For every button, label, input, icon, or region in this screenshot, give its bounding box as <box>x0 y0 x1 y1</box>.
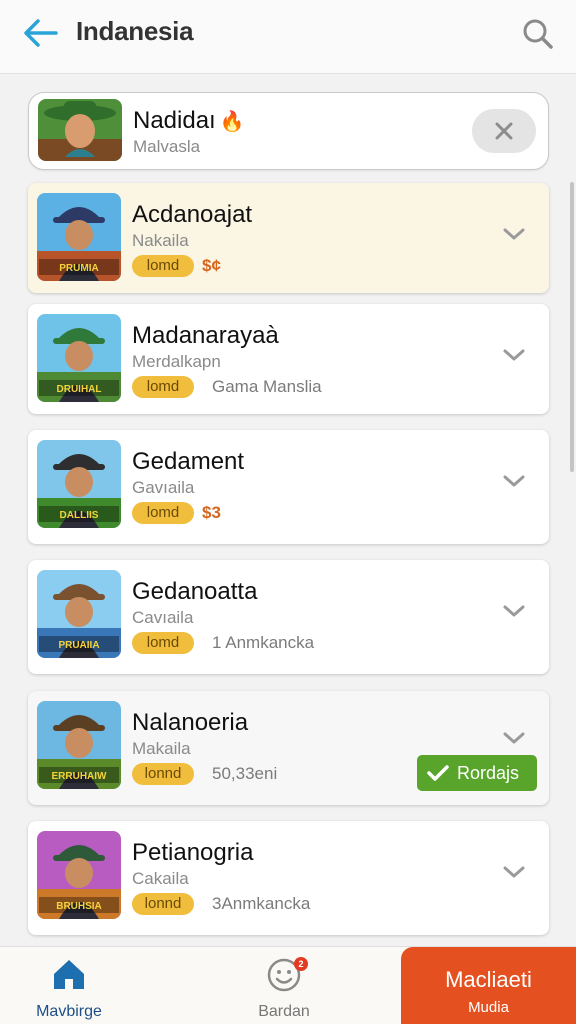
back-button[interactable] <box>20 16 60 50</box>
notification-badge: 2 <box>294 957 308 971</box>
expand-button[interactable] <box>501 863 527 881</box>
character-avatar-image: ERRUHAIW <box>37 701 121 789</box>
svg-text:ERRUHAIW: ERRUHAIW <box>52 771 108 782</box>
tab-home-label: Mavbirge <box>36 1003 102 1020</box>
close-icon <box>495 122 513 140</box>
character-avatar-image: BRUHSIA <box>37 831 121 919</box>
chevron-down-icon <box>503 475 525 487</box>
tab-bardan-label: Bardan <box>258 1003 310 1020</box>
game-title: Nalanoeria <box>132 709 249 736</box>
game-title: Gedanoatta <box>132 578 258 605</box>
genre-badge: lonnd <box>132 763 194 785</box>
svg-text:BRUHSIA: BRUHSIA <box>56 901 102 912</box>
genre-badge: lomd <box>132 632 194 654</box>
genre-badge: lomd <box>132 376 194 398</box>
dismiss-button[interactable] <box>472 109 536 153</box>
home-icon <box>54 960 84 989</box>
game-meta: $3 <box>202 503 221 522</box>
confirm-button-label: Rordajs <box>457 763 520 783</box>
genre-badge: lonnd <box>132 893 194 915</box>
bottom-tab-bar: Mavbirge Bardan 2 Macliaeti Mudia <box>0 946 576 1024</box>
game-card[interactable]: BRUHSIA Petianogria Cakaila lonnd 3Anmka… <box>28 821 549 935</box>
game-thumbnail: PRUAIIA <box>37 570 121 658</box>
game-title: Petianogria <box>132 839 254 866</box>
game-subtitle: Cakaila <box>132 869 189 888</box>
game-meta: 50,33eni <box>212 764 278 783</box>
character-avatar-image: PRUAIIA <box>37 570 121 658</box>
game-thumbnail: PRUMIA <box>37 193 121 281</box>
svg-text:PRUMIA: PRUMIA <box>59 263 98 274</box>
scrollbar[interactable] <box>570 182 574 472</box>
expand-button[interactable] <box>501 472 527 490</box>
character-avatar-image: DRUIHAL <box>37 314 121 402</box>
game-title: Madanarayaà <box>132 322 279 349</box>
game-thumbnail <box>38 99 122 161</box>
back-arrow-icon <box>24 19 58 47</box>
expand-button[interactable] <box>501 602 527 620</box>
game-title: Nadidaı 🔥 <box>133 107 245 134</box>
expand-button[interactable] <box>501 729 527 747</box>
game-card[interactable]: PRUMIA Acdanoajat Nakaila lomd $¢ <box>28 183 549 293</box>
game-subtitle: Nakaila <box>132 231 189 250</box>
svg-text:PRUAIIA: PRUAIIA <box>58 640 99 651</box>
featured-game-card[interactable]: Nadidaı 🔥 Malvasla <box>28 92 549 170</box>
game-card[interactable]: DALLIIS Gedament Gavıaila lomd $3 <box>28 430 549 544</box>
svg-text:DALLIIS: DALLIIS <box>60 510 99 521</box>
search-button[interactable] <box>520 16 556 52</box>
tab-bardan[interactable]: Bardan <box>214 947 354 1024</box>
expand-button[interactable] <box>501 225 527 243</box>
game-thumbnail: DALLIIS <box>37 440 121 528</box>
flame-icon: 🔥 <box>219 111 245 133</box>
game-title: Acdanoajat <box>132 201 253 228</box>
checkmark-icon <box>427 765 449 781</box>
chevron-down-icon <box>503 228 525 240</box>
game-card[interactable]: DRUIHAL Madanarayaà Merdalkapn lomd Gama… <box>28 304 549 414</box>
chevron-down-icon <box>503 732 525 744</box>
cta-title: Macliaeti <box>445 967 532 992</box>
character-avatar-image <box>38 99 122 161</box>
search-icon <box>523 19 553 49</box>
chevron-down-icon <box>503 866 525 878</box>
cta-button[interactable]: Macliaeti Mudia <box>401 947 576 1024</box>
game-card[interactable]: PRUAIIA Gedanoatta Cavıaila lomd 1 Anmka… <box>28 560 549 674</box>
game-thumbnail: ERRUHAIW <box>37 701 121 789</box>
top-app-bar: Indanesia <box>0 0 576 74</box>
expand-button[interactable] <box>501 346 527 364</box>
page-title: Indanesia <box>76 16 194 46</box>
game-subtitle: Makaila <box>132 739 191 758</box>
game-title: Gedament <box>132 448 245 475</box>
cta-subtitle: Mudia <box>468 999 509 1016</box>
confirm-button[interactable]: Rordajs <box>417 755 537 791</box>
game-meta: Gama Manslia <box>212 377 322 396</box>
game-subtitle: Malvasla <box>133 137 201 156</box>
tab-home[interactable]: Mavbirge <box>0 947 138 1024</box>
svg-text:DRUIHAL: DRUIHAL <box>57 384 102 395</box>
game-subtitle: Gavıaila <box>132 478 195 497</box>
chevron-down-icon <box>503 605 525 617</box>
game-card[interactable]: ERRUHAIW Nalanoeria Makaila lonnd 50,33e… <box>28 691 549 805</box>
game-thumbnail: BRUHSIA <box>37 831 121 919</box>
game-meta: 3Anmkancka <box>212 894 311 913</box>
game-subtitle: Cavıaila <box>132 608 194 627</box>
game-subtitle: Merdalkapn <box>132 352 221 371</box>
game-meta: $¢ <box>202 256 221 275</box>
game-thumbnail: DRUIHAL <box>37 314 121 402</box>
game-meta: 1 Anmkancka <box>212 633 315 652</box>
genre-badge: lomd <box>132 502 194 524</box>
character-avatar-image: DALLIIS <box>37 440 121 528</box>
genre-badge: lomd <box>132 255 194 277</box>
chevron-down-icon <box>503 349 525 361</box>
character-avatar-image: PRUMIA <box>37 193 121 281</box>
